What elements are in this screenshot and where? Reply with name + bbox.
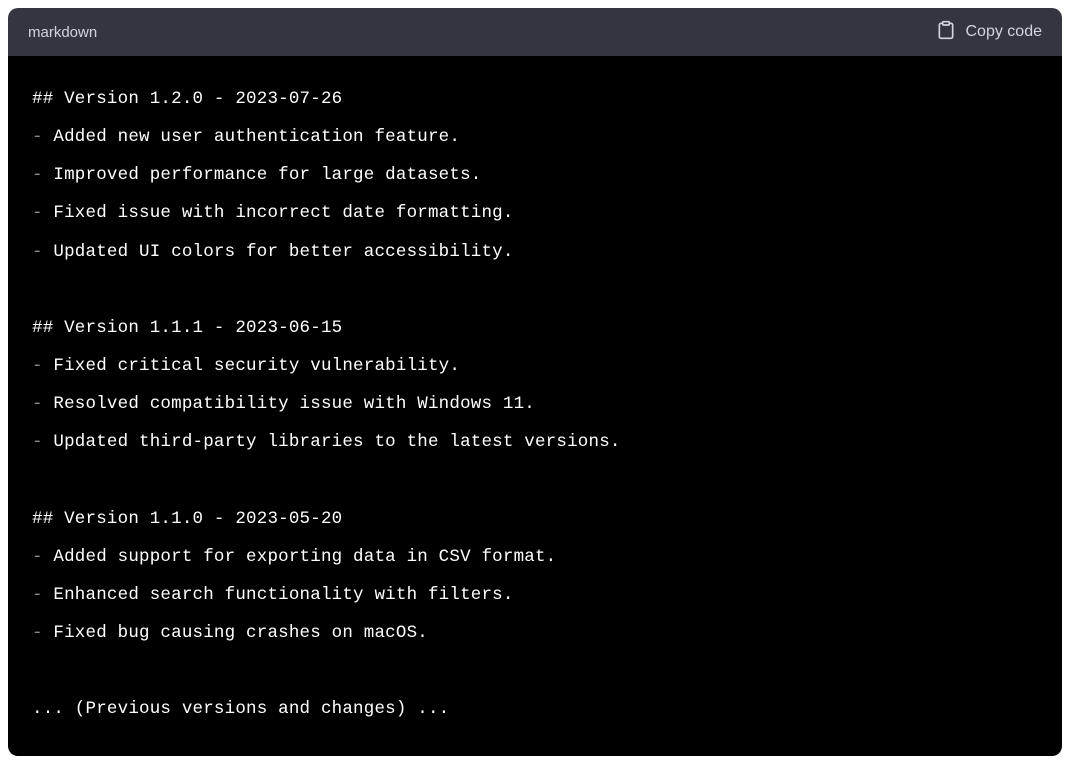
code-line: ... (Previous versions and changes) ... (32, 699, 449, 719)
clipboard-icon (936, 19, 956, 46)
bullet-dash: - (32, 585, 53, 605)
code-line: Fixed bug causing crashes on macOS. (53, 623, 428, 643)
code-line: Fixed critical security vulnerability. (53, 356, 460, 376)
code-body: ## Version 1.2.0 - 2023-07-26 - Added ne… (8, 56, 1062, 756)
bullet-dash: - (32, 547, 53, 567)
code-line: ## Version 1.1.0 - 2023-05-20 (32, 509, 342, 529)
copy-code-button[interactable]: Copy code (936, 19, 1043, 46)
code-header: markdown Copy code (8, 8, 1062, 56)
bullet-dash: - (32, 203, 53, 223)
bullet-dash: - (32, 432, 53, 452)
bullet-dash: - (32, 127, 53, 147)
language-label: markdown (28, 24, 97, 41)
bullet-dash: - (32, 165, 53, 185)
code-block: markdown Copy code ## Version 1.2.0 - 20… (8, 8, 1062, 756)
bullet-dash: - (32, 356, 53, 376)
bullet-dash: - (32, 394, 53, 414)
code-line: Updated UI colors for better accessibili… (53, 242, 513, 262)
code-line: Added new user authentication feature. (53, 127, 460, 147)
code-line: Added support for exporting data in CSV … (53, 547, 556, 567)
code-line: Enhanced search functionality with filte… (53, 585, 513, 605)
code-line: Fixed issue with incorrect date formatti… (53, 203, 513, 223)
bullet-dash: - (32, 242, 53, 262)
code-line: ## Version 1.2.0 - 2023-07-26 (32, 89, 342, 109)
bullet-dash: - (32, 623, 53, 643)
code-line: Resolved compatibility issue with Window… (53, 394, 535, 414)
code-line: Improved performance for large datasets. (53, 165, 481, 185)
copy-code-label: Copy code (966, 23, 1043, 41)
code-line: Updated third-party libraries to the lat… (53, 432, 620, 452)
code-line: ## Version 1.1.1 - 2023-06-15 (32, 318, 342, 338)
